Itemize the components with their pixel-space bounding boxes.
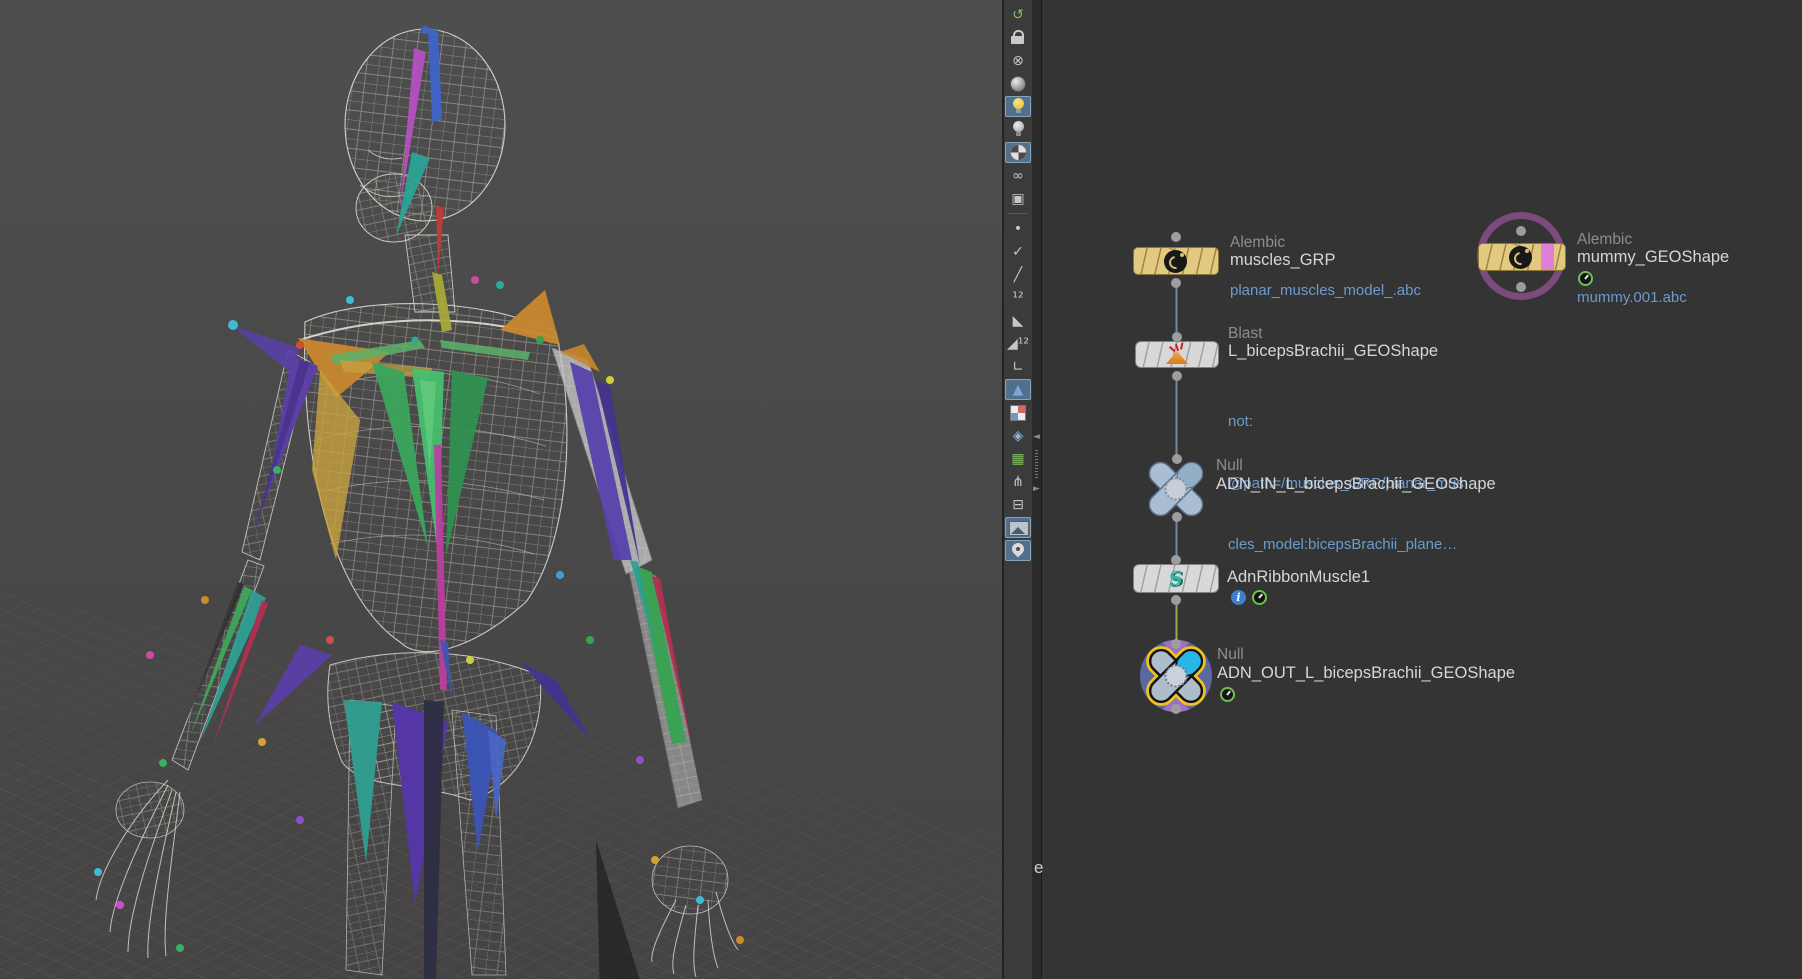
adn-muscle-icon: S	[1168, 567, 1184, 590]
node-comment: mummy.001.abc	[1577, 288, 1687, 309]
node-name-label: ADN_IN_L_bicepsBrachii_GEOShape	[1216, 475, 1496, 494]
headlight-knob-icon[interactable]	[1005, 73, 1031, 94]
prim-numbers-icon[interactable]: ◢¹²	[1005, 333, 1031, 354]
capture-region-icon[interactable]: ▦	[1005, 448, 1031, 469]
divider-collapse-left-icon[interactable]: ◄	[1033, 432, 1040, 442]
viewport-display-toolbar: ↺ ⊗ ∞▣ •✓╱¹²◣◢¹²∟▲ ◈▦⋔⊟	[1002, 0, 1032, 979]
node-name-label: mummy_GEOShape	[1577, 248, 1729, 267]
point-numbers-icon[interactable]: ¹²	[1005, 287, 1031, 308]
info-badge[interactable]	[1231, 590, 1246, 605]
wind-fan-icon[interactable]: ⋔	[1005, 471, 1031, 492]
alembic-node-body[interactable]	[1133, 247, 1219, 275]
drop-light-icon[interactable]	[1005, 119, 1031, 140]
texture-checker-icon[interactable]	[1005, 402, 1031, 423]
houdini-window: ↺ ⊗ ∞▣ •✓╱¹²◣◢¹²∟▲ ◈▦⋔⊟ ◄ ► e Alembic muscle…	[0, 0, 1802, 979]
prim-normals-icon[interactable]: ◣	[1005, 310, 1031, 331]
visualizer-icon[interactable]: ⊟	[1005, 494, 1031, 515]
node-name-label: muscles_GRP	[1230, 251, 1335, 270]
point-vectors-icon[interactable]: ╱	[1005, 264, 1031, 285]
lock-camera-icon[interactable]	[1005, 27, 1031, 48]
output-connector[interactable]	[1171, 595, 1181, 605]
input-connector[interactable]	[1172, 454, 1182, 464]
node-adn-ribbon-muscle[interactable]: S	[1133, 564, 1219, 594]
node-blast[interactable]	[1135, 341, 1219, 369]
pane-divider[interactable]: ◄ ►	[1032, 0, 1042, 979]
node-comment: planar_muscles_model_.abc	[1230, 281, 1421, 302]
point-normals-icon[interactable]: ✓	[1005, 241, 1031, 262]
location-pin-icon[interactable]	[1005, 540, 1031, 561]
clipped-node-label: e	[1034, 858, 1043, 878]
stereo-glasses-icon[interactable]: ∞	[1005, 165, 1031, 186]
ribbon-node-body[interactable]: S	[1133, 564, 1219, 593]
time-dependent-badge[interactable]	[1578, 271, 1593, 286]
blast-sparks-icon	[1175, 344, 1179, 351]
snapshot-icon[interactable]	[1005, 517, 1031, 538]
default-lighting-icon[interactable]	[1005, 96, 1031, 117]
node-alembic-mummy[interactable]	[1477, 212, 1567, 302]
viewport-3d[interactable]	[0, 0, 1002, 979]
output-connector[interactable]	[1172, 371, 1182, 381]
blast-node-body[interactable]	[1135, 341, 1219, 368]
node-null-adn-out[interactable]	[1128, 630, 1225, 723]
shaded-mode-icon[interactable]: ▲	[1005, 379, 1031, 400]
skeleton-wireframe	[0, 0, 1002, 979]
input-connector[interactable]	[1516, 226, 1526, 236]
divider-collapse-right-icon[interactable]: ►	[1033, 484, 1040, 494]
alembic-icon	[1164, 250, 1187, 273]
toolbar-separator	[1008, 213, 1028, 214]
ghost-lights-icon[interactable]: ⊗	[1005, 50, 1031, 71]
display-normals-icon[interactable]: ◈	[1005, 425, 1031, 446]
show-points-icon[interactable]: •	[1005, 218, 1031, 239]
node-type-label: Null	[1217, 646, 1244, 664]
output-connector[interactable]	[1516, 282, 1526, 292]
output-connector[interactable]	[1172, 512, 1182, 522]
time-dependent-badge[interactable]	[1252, 590, 1267, 605]
node-type-label: Alembic	[1230, 234, 1285, 252]
output-connector[interactable]	[1171, 278, 1181, 288]
camera-view-icon[interactable]: ▣	[1005, 188, 1031, 209]
time-dependent-badge[interactable]	[1220, 687, 1235, 702]
alembic-node-body[interactable]	[1478, 243, 1566, 271]
alembic-icon	[1509, 246, 1532, 269]
material-ball-icon[interactable]	[1005, 142, 1031, 163]
divider-grip[interactable]	[1035, 450, 1038, 480]
input-connector[interactable]	[1171, 639, 1181, 649]
node-type-label: Blast	[1228, 325, 1262, 343]
input-connector[interactable]	[1171, 232, 1181, 242]
profiles-icon[interactable]: ∟	[1005, 356, 1031, 377]
display-stripe	[1541, 244, 1554, 270]
node-type-label: Null	[1216, 457, 1243, 475]
node-name-label: ADN_OUT_L_bicepsBrachii_GEOShape	[1217, 664, 1515, 683]
output-connector[interactable]	[1171, 704, 1181, 714]
node-name-label: AdnRibbonMuscle1	[1227, 568, 1370, 587]
node-name-label: L_bicepsBrachii_GEOShape	[1228, 342, 1438, 361]
blast-icon	[1166, 351, 1188, 364]
node-alembic-muscles-grp[interactable]	[1133, 242, 1219, 286]
lasso-select-icon[interactable]: ↺	[1005, 4, 1031, 25]
node-null-adn-in[interactable]	[1138, 454, 1215, 524]
node-type-label: Alembic	[1577, 231, 1632, 249]
